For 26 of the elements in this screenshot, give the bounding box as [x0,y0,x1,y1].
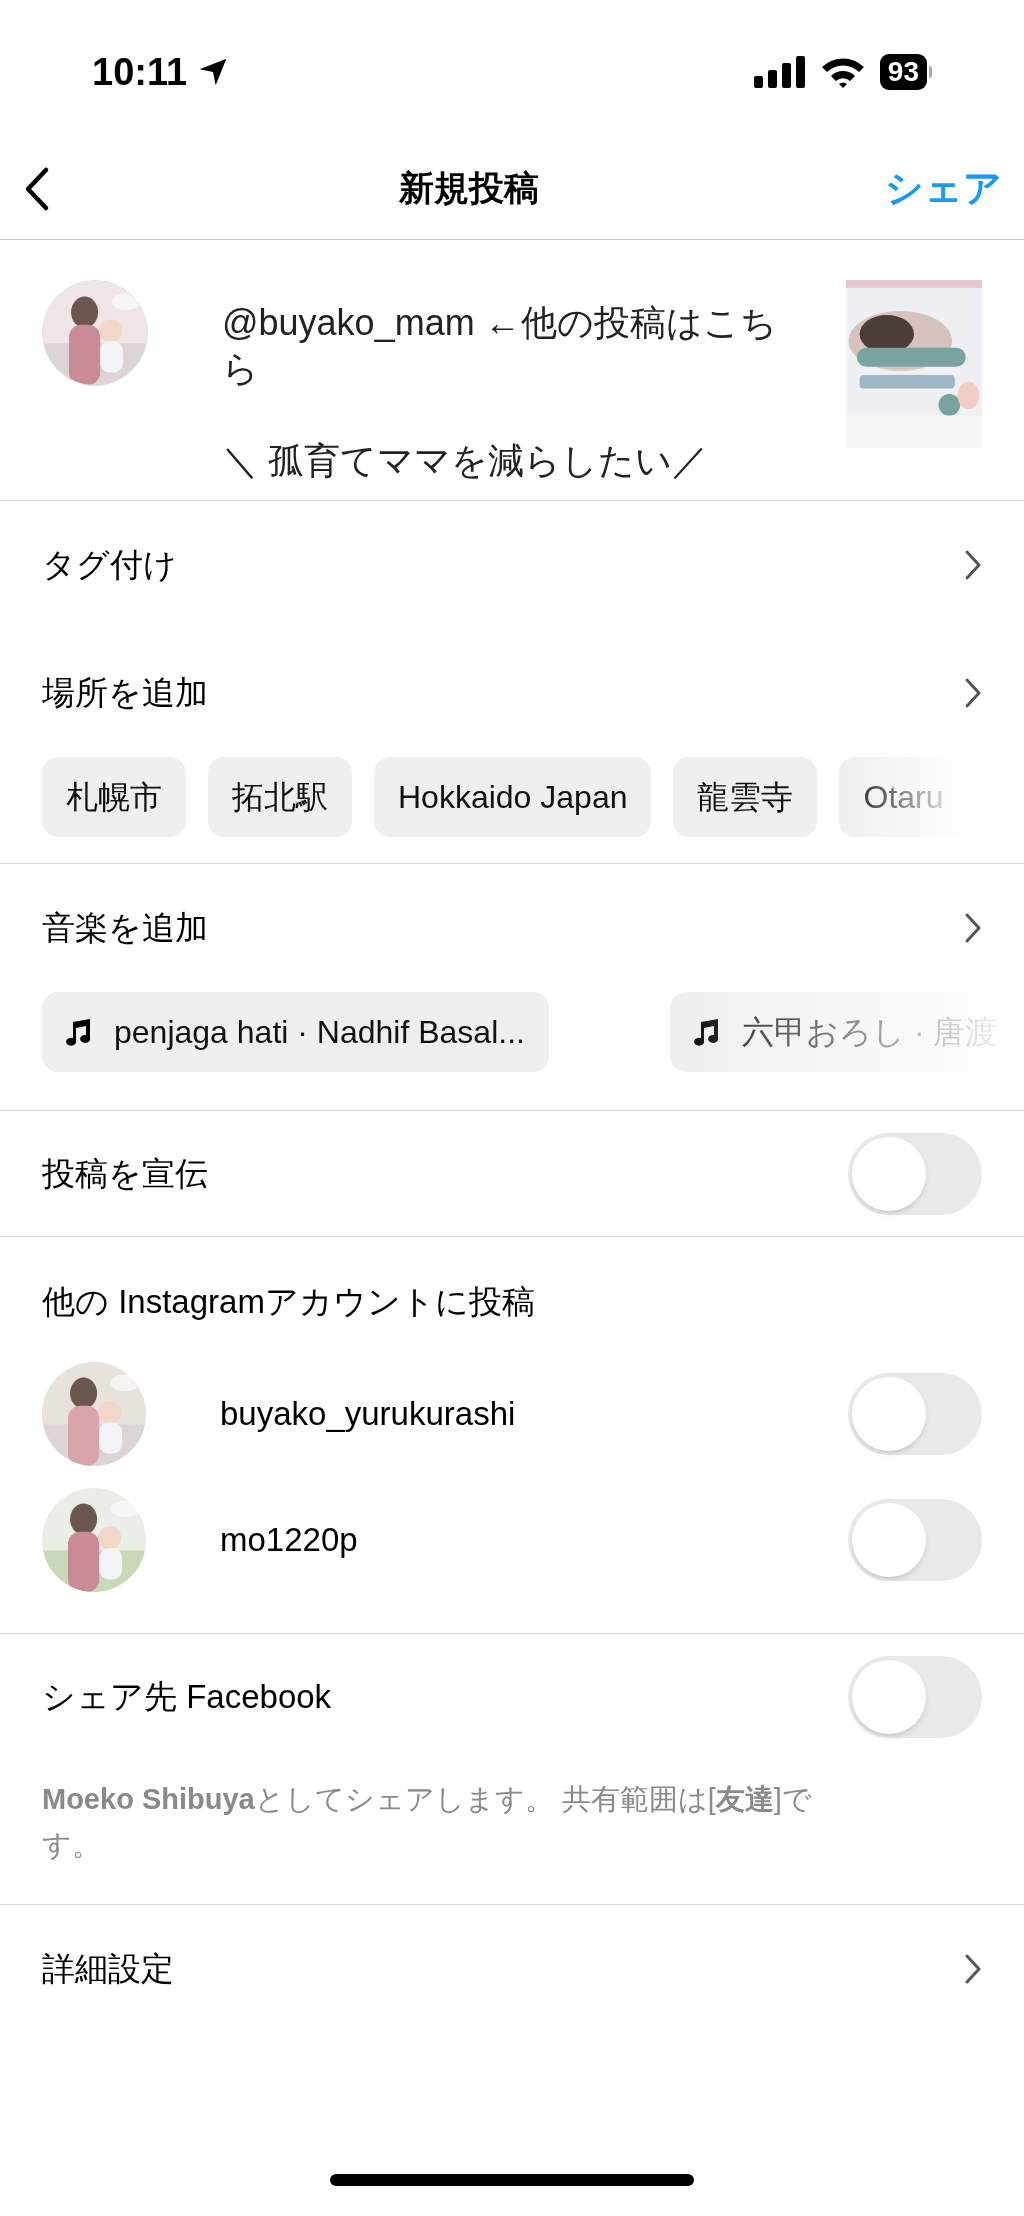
account-name: buyako_yurukurashi [220,1393,517,1434]
signal-icon [753,56,806,88]
share-note: Moeko Shibuyaとしてシェアします。 共有範囲は[友達]です。 [42,1782,812,1861]
menu-row[interactable]: 音楽を追加 [0,864,1024,992]
chevron-right-icon [964,1952,982,1985]
location-chip[interactable]: Hokkaido Japan [374,757,652,837]
facebook-label: シェア先 Facebook [42,1676,332,1717]
music-note-icon [694,1018,720,1046]
menu-row[interactable]: タグ付け [0,501,1024,629]
promote-label: 投稿を宣伝 [42,1153,208,1194]
chevron-right-icon [964,677,982,709]
music-chip[interactable]: penjaga hati · Nadhif Basal... [42,992,549,1072]
menu-row[interactable]: 詳細設定 [0,1904,1024,2033]
caption-text[interactable]: @buyako_mam ←他の投稿はこちら ＼ 孤育てママを減らしたい／ [222,300,802,484]
location-chip[interactable]: 札幌市 [42,757,186,837]
music-note-icon [66,1018,92,1046]
location-chip[interactable]: 拓北駅 [208,757,352,837]
page-title: 新規投稿 [398,167,539,210]
battery-indicator: 93 [879,54,927,90]
location-chip[interactable]: 龍雲寺 [673,757,818,837]
account-name: mo1220p [220,1519,359,1560]
chevron-right-icon [964,549,982,581]
chevron-right-icon [964,912,982,944]
section-title: 他の Instagramアカウントに投稿 [41,1282,536,1322]
status-time: 10:11 [92,49,188,95]
menu-row[interactable]: 場所を追加 [0,629,1024,757]
